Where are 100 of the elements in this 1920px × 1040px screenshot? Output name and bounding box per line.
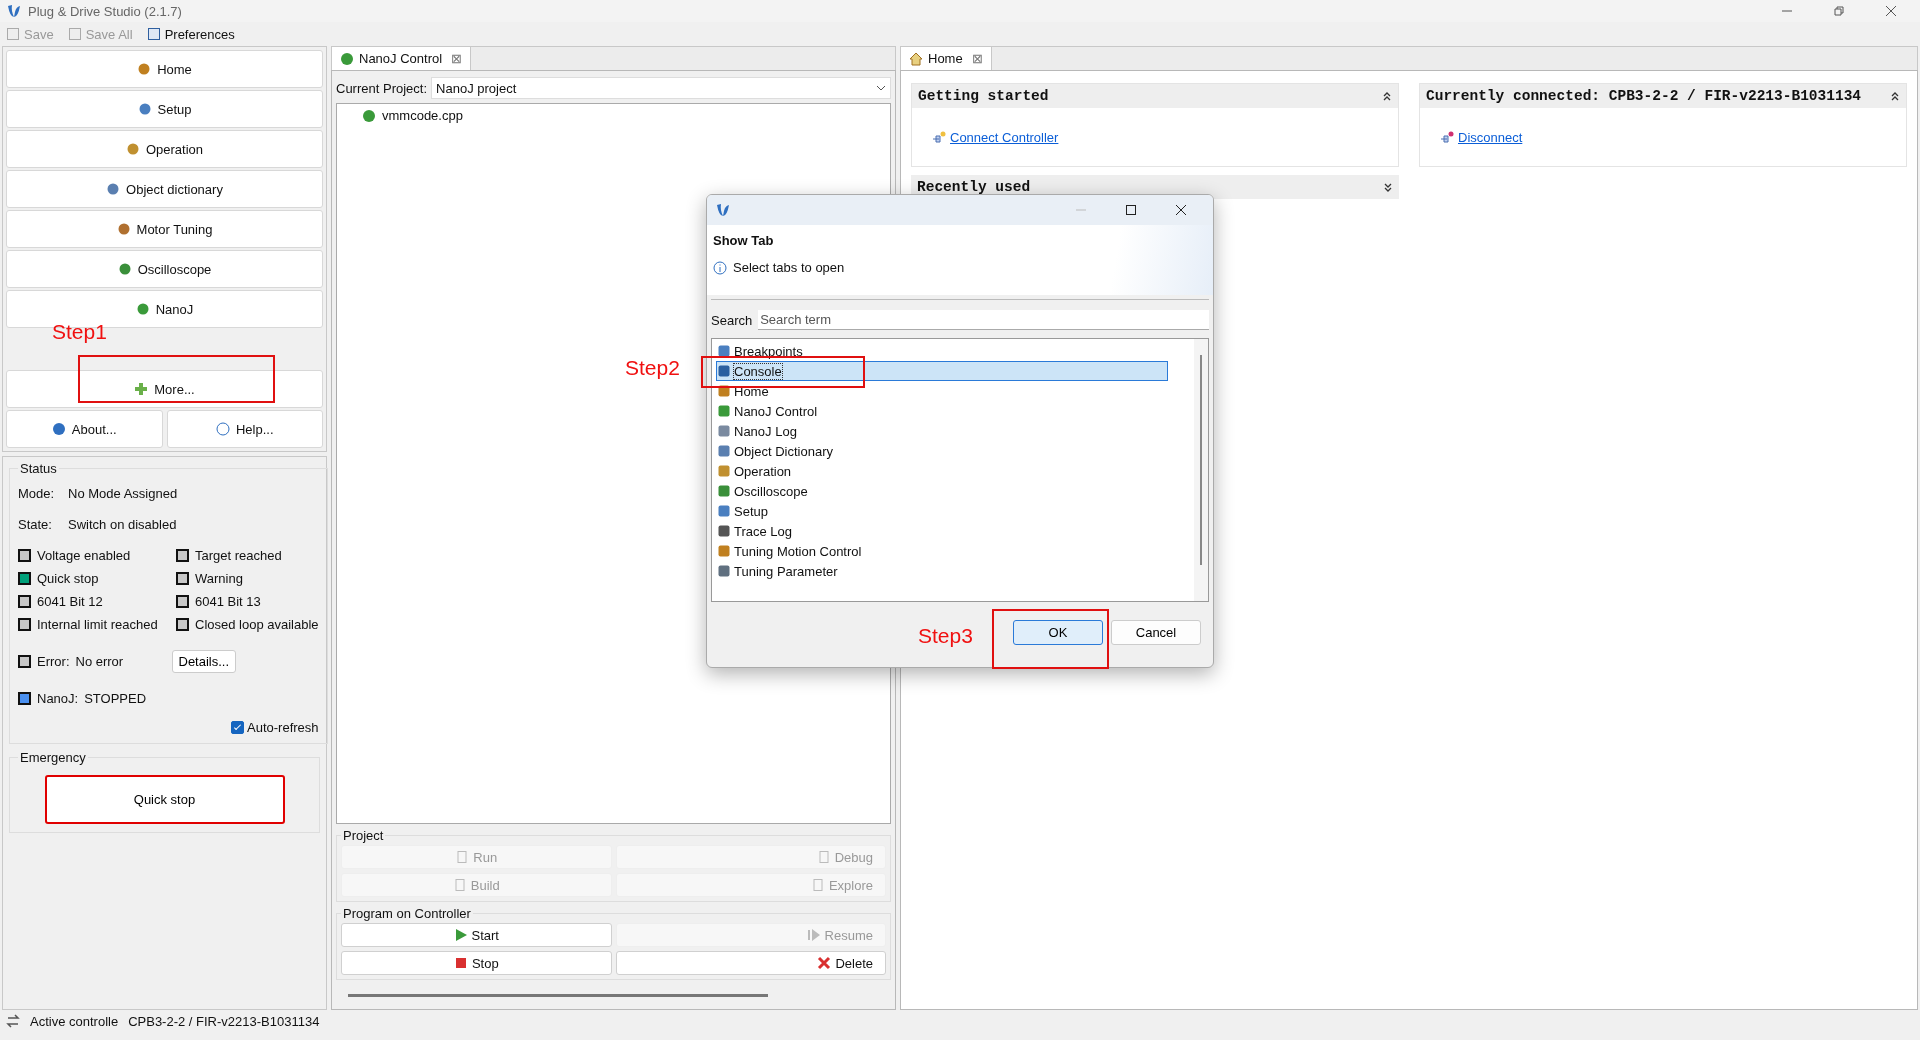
action-button[interactable]: Start: [341, 923, 612, 947]
chevron-icon: [876, 85, 886, 91]
group-title: Emergency: [19, 750, 87, 765]
toolbar-button[interactable]: Preferences: [144, 26, 237, 42]
indicator-label: Target reached: [195, 548, 282, 563]
dialog-button[interactable]: Cancel: [1111, 620, 1201, 645]
square-icon: [6, 27, 20, 41]
list-item[interactable]: Operation: [716, 461, 1168, 481]
section-header[interactable]: Recently used: [911, 175, 1399, 199]
restore-icon[interactable]: [1833, 5, 1845, 17]
document-icon: [452, 878, 467, 892]
app-logo-icon: [6, 3, 22, 19]
dot-icon: [340, 51, 354, 66]
house-icon: [909, 51, 923, 66]
list-item[interactable]: Home: [716, 381, 1168, 401]
list-item[interactable]: Trace Log: [716, 521, 1168, 541]
nav-button[interactable]: Operation: [6, 130, 323, 168]
close-icon[interactable]: [1885, 5, 1897, 17]
nav-button[interactable]: Oscilloscope: [6, 250, 323, 288]
document-icon: [810, 878, 825, 892]
square-icon: [717, 424, 731, 438]
plus-icon: [134, 382, 149, 396]
plug-icon: [1440, 130, 1454, 144]
window-title: Plug & Drive Studio (2.1.7): [28, 3, 182, 19]
dot-icon: [117, 262, 132, 276]
square-icon: [717, 564, 731, 578]
status-value: CPB3-2-2 / FIR-v2213-B1031134: [128, 1013, 320, 1029]
dialog-title: Show Tab: [713, 233, 775, 248]
dot-icon: [116, 222, 131, 236]
checkbox[interactable]: [231, 721, 245, 734]
field-label: NanoJ:: [37, 691, 79, 706]
field-value: Switch on disabled: [68, 517, 177, 532]
nav-button[interactable]: Setup: [6, 90, 323, 128]
indicator-label: 6041 Bit 12: [37, 594, 103, 609]
ring-icon: [215, 422, 230, 436]
field-label: Search: [711, 312, 753, 328]
field-value: STOPPED: [84, 691, 147, 706]
play-icon: [453, 928, 468, 942]
list-item[interactable]: NanoJ Log: [716, 421, 1168, 441]
indicator-label: Warning: [195, 571, 243, 586]
more-button[interactable]: More...: [6, 370, 323, 408]
stop-icon: [453, 956, 468, 970]
link[interactable]: Connect Controller: [950, 129, 1059, 145]
list-item[interactable]: Oscilloscope: [716, 481, 1168, 501]
dot-icon: [51, 422, 66, 436]
list-item[interactable]: Setup: [716, 501, 1168, 521]
square-icon: [717, 484, 731, 498]
step-annotation: Step2: [625, 356, 680, 380]
indicator-label: Quick stop: [37, 571, 99, 586]
chevron-icon: [1382, 91, 1392, 101]
field-label: Error:: [37, 654, 70, 669]
project-dropdown[interactable]: NanoJ project: [431, 77, 891, 99]
indicator-label: Closed loop available: [195, 617, 319, 632]
file-item[interactable]: vmmcode.cpp: [362, 108, 463, 123]
field-label: Mode:: [18, 486, 56, 501]
field-label: Current Project:: [336, 80, 428, 96]
nav-button[interactable]: Home: [6, 50, 323, 88]
square-icon: [717, 504, 731, 518]
indicator-label: Voltage enabled: [37, 548, 131, 563]
square-icon: [717, 544, 731, 558]
tab[interactable]: NanoJ Control ⊠: [332, 47, 472, 70]
list-item[interactable]: Breakpoints: [716, 341, 1168, 361]
status-label: Active controlle: [30, 1013, 119, 1029]
action-button[interactable]: Stop: [341, 951, 612, 975]
help-button[interactable]: Help...: [166, 410, 323, 448]
square-icon: [717, 444, 731, 458]
dot-icon: [106, 182, 121, 196]
list-item[interactable]: NanoJ Control: [716, 401, 1168, 421]
details-button[interactable]: Details...: [171, 650, 237, 673]
field-value: No Mode Assigned: [68, 486, 178, 501]
square-icon: [146, 27, 161, 41]
nav-button[interactable]: Motor Tuning: [6, 210, 323, 248]
section-header[interactable]: Currently connected: CPB3-2-2 / FIR-v2213-B1031134: [1420, 84, 1906, 108]
dialog-button[interactable]: OK: [1013, 620, 1103, 645]
field-label: State:: [18, 517, 53, 532]
link[interactable]: Disconnect: [1458, 129, 1523, 145]
nav-button[interactable]: Object dictionary: [6, 170, 323, 208]
indicator-label: 6041 Bit 13: [195, 594, 261, 609]
action-button[interactable]: Delete: [615, 951, 886, 975]
quick-stop-button[interactable]: Quick stop: [44, 775, 285, 824]
dot-icon: [137, 102, 152, 116]
square-icon: [717, 344, 731, 358]
maximize-icon[interactable]: [1125, 204, 1137, 216]
document-icon: [455, 850, 470, 864]
dot-icon: [125, 142, 140, 156]
list-item[interactable]: Tuning Motion Control: [716, 541, 1168, 561]
about-button[interactable]: About...: [6, 410, 163, 448]
close-icon[interactable]: [1175, 204, 1187, 216]
square-icon: [717, 404, 731, 418]
delete-icon: [817, 956, 832, 970]
list-item[interactable]: Console: [716, 361, 1168, 381]
list-item[interactable]: Object Dictionary: [716, 441, 1168, 461]
checkbox-label: Auto-refresh: [247, 720, 319, 735]
list-item[interactable]: Tuning Parameter: [716, 561, 1168, 581]
indicator-label: Internal limit reached: [37, 617, 158, 632]
tab[interactable]: Home ⊠: [901, 47, 992, 70]
group-title: Project: [342, 828, 385, 843]
search-field[interactable]: Search term: [758, 310, 1209, 330]
section-header[interactable]: Getting started: [912, 84, 1398, 108]
chevron-icon: [1383, 182, 1393, 192]
